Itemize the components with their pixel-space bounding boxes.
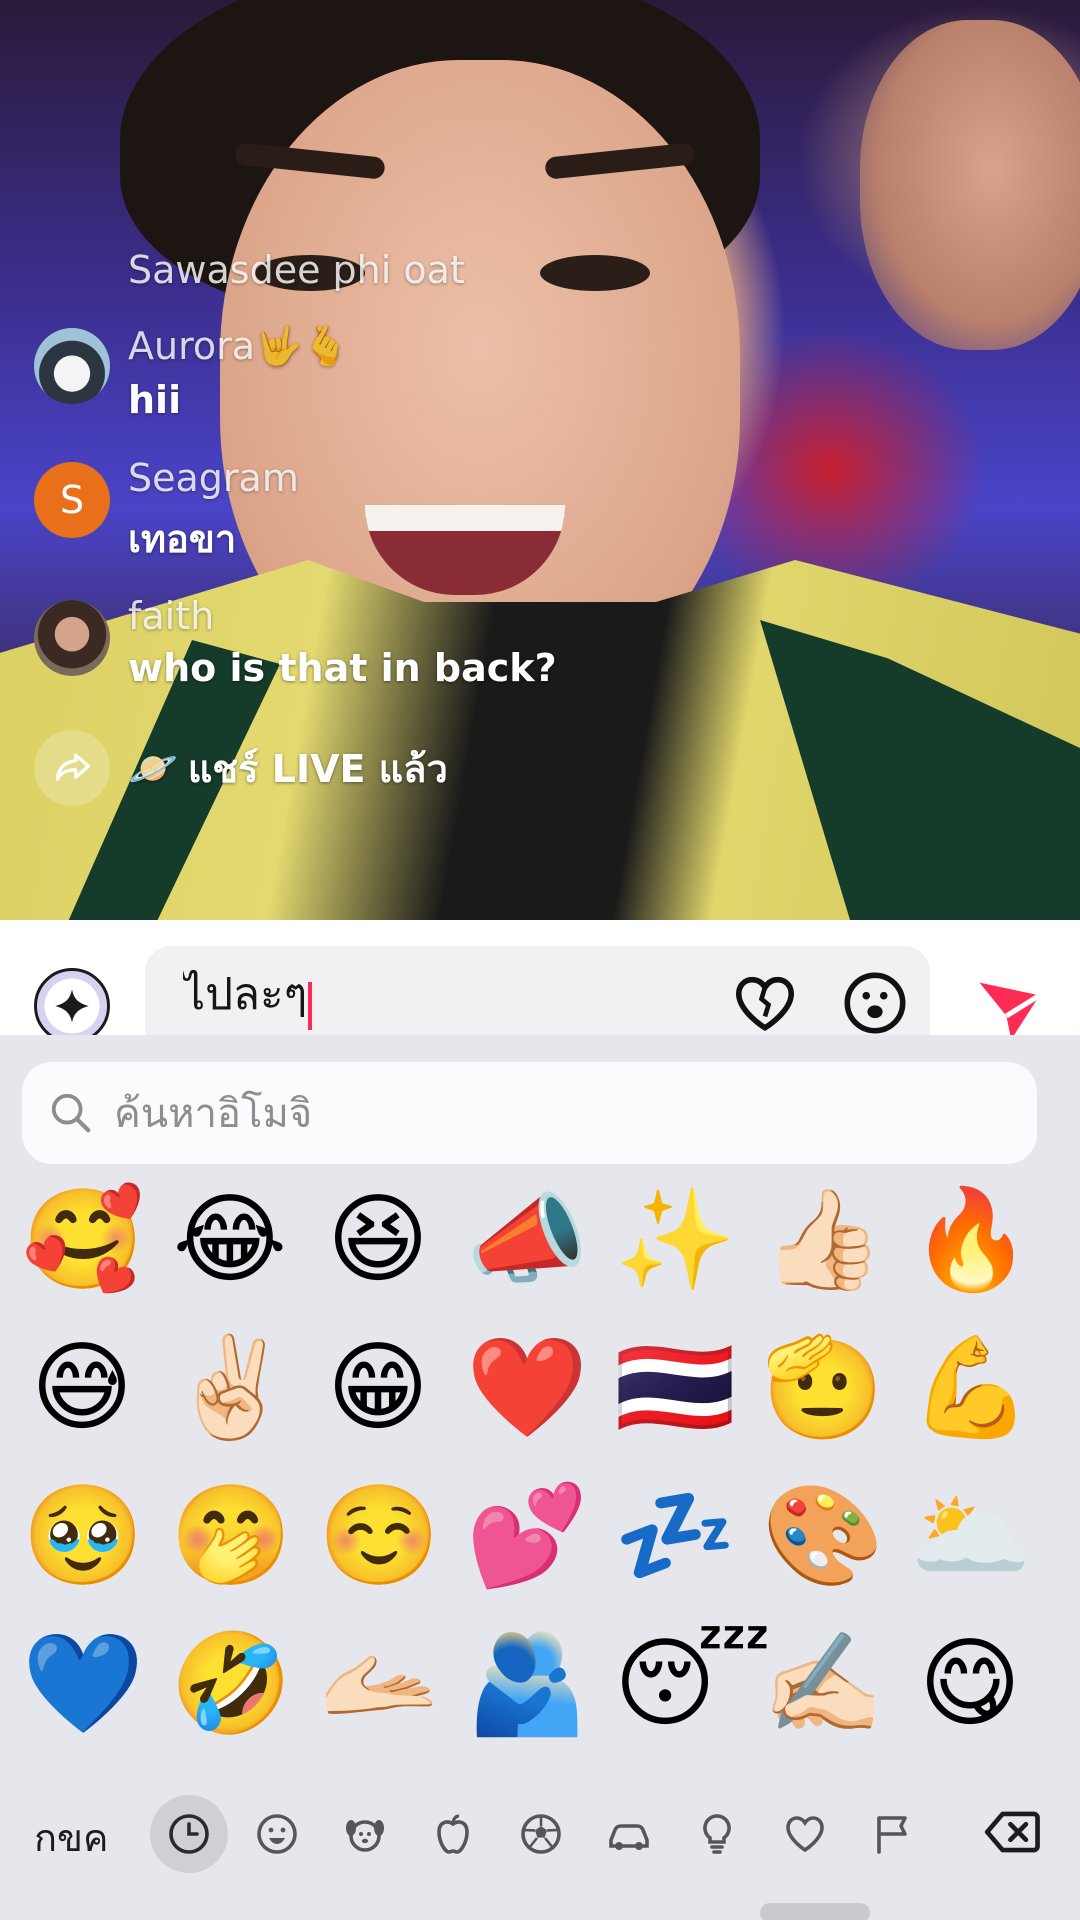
flags-icon[interactable] — [854, 1795, 932, 1873]
emoji-key[interactable]: 🇹🇭 — [614, 1328, 736, 1448]
recent-icon[interactable] — [150, 1795, 228, 1873]
smileys-icon[interactable] — [238, 1795, 316, 1873]
emoji-key[interactable]: 🥹 — [22, 1476, 144, 1596]
emoji-grid: 🥰 😂 😆 📣 ✨ 👍🏻 🔥 😅 ✌🏻 😁 ❤️ 🇹🇭 🫡 💪 🥹 🤭 ☺️ 💕… — [0, 1180, 1080, 1780]
animals-icon[interactable] — [326, 1795, 404, 1873]
emoji-category-bar: กขค — [0, 1783, 1080, 1879]
background-person — [860, 20, 1080, 350]
chat-username[interactable]: faith — [128, 594, 214, 638]
emoji-key[interactable]: ✌🏻 — [170, 1328, 292, 1448]
emoji-key[interactable]: 📣 — [466, 1180, 588, 1300]
chat-message: who is that in back? — [128, 646, 557, 690]
emoji-key[interactable]: ✍🏻 — [762, 1624, 884, 1744]
symbols-icon[interactable] — [766, 1795, 844, 1873]
abc-keyboard-button[interactable]: กขค — [34, 1807, 108, 1868]
avatar[interactable]: S — [34, 462, 110, 538]
chat-message: เทอขา — [128, 517, 237, 561]
emoji-key[interactable]: 💙 — [22, 1624, 144, 1744]
live-video[interactable]: Sawasdee phi oat Aurora🤟🫰 hii S Seagram … — [0, 0, 1080, 920]
emoji-key[interactable]: 😆 — [318, 1180, 438, 1300]
emoji-key[interactable]: 🤭 — [170, 1476, 292, 1596]
emoji-key[interactable]: 💕 — [466, 1476, 588, 1596]
emoji-key[interactable]: 🫴🏻 — [318, 1624, 440, 1744]
sparkle-icon[interactable] — [34, 968, 110, 1044]
backspace-icon[interactable] — [982, 1801, 1044, 1863]
home-indicator[interactable] — [760, 1903, 870, 1920]
search-icon — [51, 1093, 91, 1133]
share-event-label: แชร์ LIVE แล้ว — [187, 746, 448, 791]
emoji-key[interactable]: 😋 — [910, 1624, 1030, 1744]
share-event-emoji: 🪐 — [128, 745, 178, 792]
emoji-key[interactable]: 🌥️ — [910, 1476, 1032, 1596]
emoji-key[interactable]: 🥰 — [22, 1180, 144, 1300]
share-event: 🪐 แชร์ LIVE แล้ว — [34, 730, 448, 806]
food-icon[interactable] — [414, 1795, 492, 1873]
activity-icon[interactable] — [502, 1795, 580, 1873]
emoji-key[interactable]: 🫂 — [466, 1624, 588, 1744]
emoji-search-input[interactable] — [114, 1084, 914, 1144]
comment-input[interactable] — [183, 964, 703, 1024]
avatar[interactable] — [34, 328, 110, 404]
emoji-key[interactable]: ❤️ — [466, 1328, 588, 1448]
objects-icon[interactable] — [678, 1795, 756, 1873]
emoji-key[interactable]: 😅 — [22, 1328, 142, 1448]
chat-username[interactable]: Aurora🤟🫰 — [128, 324, 350, 369]
share-event-text: 🪐 แชร์ LIVE แล้ว — [128, 738, 448, 799]
comment-bar — [0, 920, 1080, 1044]
emoji-key[interactable]: 🎨 — [762, 1476, 884, 1596]
emoji-key[interactable]: 😂 — [170, 1180, 290, 1300]
emoji-key[interactable]: 🫡 — [762, 1328, 884, 1448]
streamer-eye-right — [540, 255, 650, 291]
emoji-search-bar[interactable] — [22, 1062, 1037, 1164]
emoji-key[interactable]: 👍🏻 — [762, 1180, 884, 1300]
emoji-key[interactable]: 😴 — [614, 1624, 771, 1744]
emoji-key[interactable]: 🔥 — [910, 1180, 1032, 1300]
emoji-key[interactable]: 🤣 — [170, 1624, 292, 1744]
text-caret — [308, 982, 312, 1030]
emoji-key[interactable]: 💪 — [910, 1328, 1032, 1448]
emoji-key[interactable]: 😁 — [318, 1328, 438, 1448]
chat-message: hii — [128, 378, 182, 422]
avatar[interactable] — [34, 600, 110, 676]
emoji-face-icon[interactable] — [840, 968, 910, 1038]
heart-icon[interactable] — [730, 968, 800, 1038]
chat-username[interactable]: Sawasdee phi oat — [128, 248, 465, 292]
emoji-keyboard: 🥰 😂 😆 📣 ✨ 👍🏻 🔥 😅 ✌🏻 😁 ❤️ 🇹🇭 🫡 💪 🥹 🤭 ☺️ 💕… — [0, 1035, 1080, 1920]
emoji-key[interactable]: ✨ — [614, 1180, 736, 1300]
emoji-key[interactable]: 💤 — [614, 1476, 736, 1596]
comment-input-wrapper — [145, 946, 930, 1035]
chat-username[interactable]: Seagram — [128, 456, 299, 500]
emoji-key[interactable]: ☺️ — [318, 1476, 440, 1596]
travel-icon[interactable] — [590, 1795, 668, 1873]
share-arrow-icon[interactable] — [34, 730, 110, 806]
